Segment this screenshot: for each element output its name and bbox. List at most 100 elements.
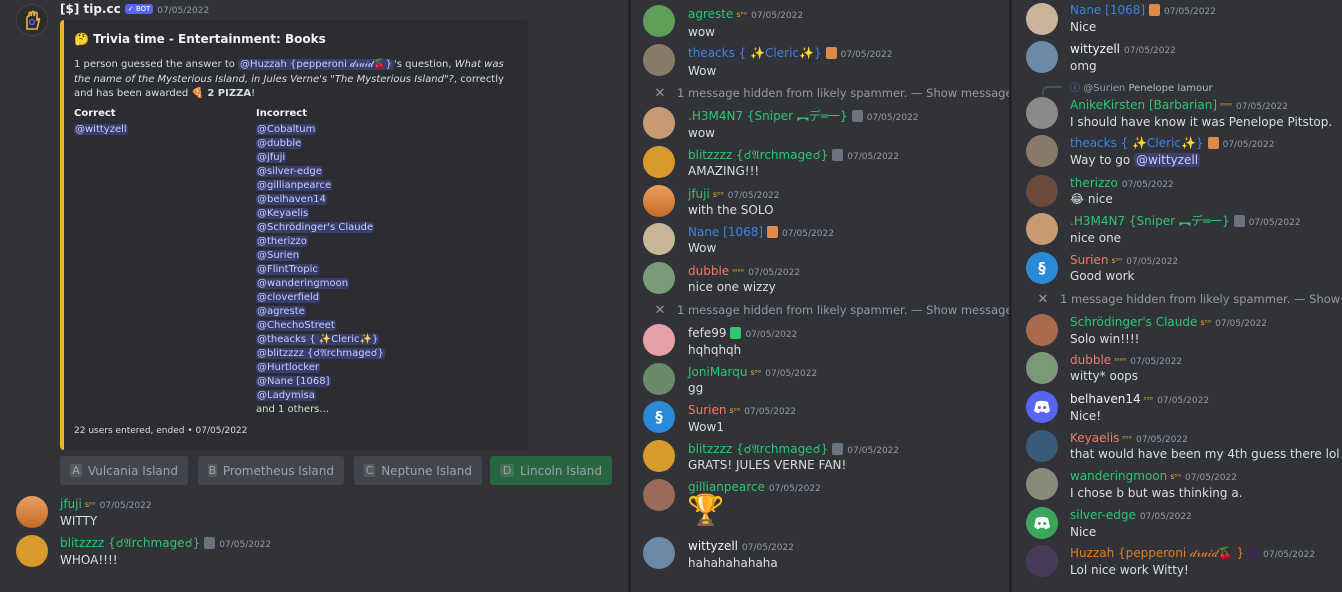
- discord-icon[interactable]: [1026, 507, 1058, 539]
- message-text: Nice: [1070, 525, 1097, 539]
- incorrect-user-mention[interactable]: @agreste: [256, 306, 306, 317]
- button-label: Neptune Island: [381, 463, 472, 478]
- answer-button-b[interactable]: B Prometheus Island: [198, 456, 344, 485]
- avatar[interactable]: [1026, 352, 1058, 384]
- incorrect-user-mention[interactable]: @cloverfield: [256, 292, 321, 303]
- avatar[interactable]: [1026, 41, 1058, 73]
- avatar[interactable]: §: [1026, 252, 1058, 284]
- answer-button-a[interactable]: A Vulcania Island: [60, 456, 188, 485]
- avatar[interactable]: [1026, 545, 1058, 577]
- avatar[interactable]: [643, 44, 675, 76]
- avatar[interactable]: [16, 535, 48, 567]
- username[interactable]: Schrödinger's Claude: [1070, 315, 1197, 329]
- hidden-message-notice[interactable]: ✕ 1 message hidden from likely spammer. —…: [653, 303, 1009, 318]
- correct-user-mention[interactable]: @wittyzell: [74, 124, 128, 135]
- username[interactable]: Nane [1068]: [688, 225, 763, 239]
- username[interactable]: dubble: [688, 264, 729, 278]
- message-text: wow: [688, 25, 715, 39]
- username[interactable]: .H3M4N7 {Sniper ︻デ═一}: [1070, 214, 1230, 228]
- incorrect-user-mention[interactable]: @Cobaltum: [256, 124, 317, 135]
- hidden-message-notice[interactable]: ✕ 1 message hidden from likely spammer. —…: [1036, 292, 1342, 307]
- username[interactable]: agreste: [688, 7, 733, 21]
- incorrect-user-mention[interactable]: @blitzzzz {☌𝔄rchmage☌}: [256, 348, 385, 359]
- avatar[interactable]: [643, 537, 675, 569]
- username[interactable]: belhaven14: [1070, 392, 1141, 406]
- avatar[interactable]: [643, 479, 675, 511]
- username[interactable]: therizzo: [1070, 176, 1118, 190]
- bot-avatar[interactable]: [16, 4, 48, 36]
- username[interactable]: jfuji: [688, 187, 710, 201]
- avatar[interactable]: §: [643, 401, 675, 433]
- avatar[interactable]: [643, 262, 675, 294]
- avatar[interactable]: [1026, 3, 1058, 35]
- user-badge: ᶦᵒᵒᵒ: [1220, 101, 1233, 110]
- username[interactable]: wittyzell: [688, 539, 738, 553]
- username[interactable]: theacks { ✨Cleric✨}: [1070, 136, 1204, 150]
- incorrect-user-mention[interactable]: @Keyaelis: [256, 208, 310, 219]
- avatar[interactable]: [643, 324, 675, 356]
- username[interactable]: blitzzzz {☌𝔄rchmage☌}: [60, 536, 200, 550]
- avatar[interactable]: [643, 363, 675, 395]
- username[interactable]: gillianpearce: [688, 480, 765, 494]
- username[interactable]: Nane [1068]: [1070, 3, 1145, 17]
- avatar[interactable]: [643, 146, 675, 178]
- username[interactable]: fefe99: [688, 326, 726, 340]
- avatar[interactable]: [1026, 175, 1058, 207]
- username[interactable]: blitzzzz {☌𝔄rchmage☌}: [688, 148, 828, 162]
- username[interactable]: silver-edge: [1070, 508, 1136, 522]
- username[interactable]: Huzzah {pepperoni 𝒹𝓇𝓊𝒾𝒹🍒 }: [1070, 546, 1244, 560]
- username[interactable]: AnikeKirsten [Barbarian]: [1070, 98, 1217, 112]
- incorrect-user-mention[interactable]: @therizzo: [256, 236, 308, 247]
- incorrect-user-mention[interactable]: @belhaven14: [256, 194, 327, 205]
- message-text: nice one wizzy: [688, 280, 776, 294]
- username[interactable]: dubble: [1070, 353, 1111, 367]
- incorrect-user-mention[interactable]: @theacks { ✨Cleric✨}: [256, 334, 380, 345]
- username[interactable]: .H3M4N7 {Sniper ︻デ═一}: [688, 109, 848, 123]
- avatar[interactable]: [643, 223, 675, 255]
- avatar[interactable]: [643, 440, 675, 472]
- incorrect-user-mention[interactable]: @silver-edge: [256, 166, 323, 177]
- incorrect-user-mention[interactable]: @FlintTropic: [256, 264, 319, 275]
- incorrect-user-mention[interactable]: @Nane [1068]: [256, 376, 331, 387]
- avatar[interactable]: [643, 107, 675, 139]
- incorrect-user-mention[interactable]: @wanderingmoon: [256, 278, 350, 289]
- answer-button-d[interactable]: D Lincoln Island: [490, 456, 612, 485]
- username[interactable]: wittyzell: [1070, 42, 1120, 56]
- discord-icon[interactable]: [1026, 391, 1058, 423]
- mention-huzzah[interactable]: @Huzzah {pepperoni 𝒹𝓇𝓊𝒾𝒹🍒}: [238, 59, 395, 70]
- incorrect-user-mention[interactable]: @gillianpearce: [256, 180, 333, 191]
- username[interactable]: theacks { ✨Cleric✨}: [688, 46, 822, 60]
- user-badge: ꜱᵒᵒ: [729, 406, 741, 415]
- username[interactable]: blitzzzz {☌𝔄rchmage☌}: [688, 442, 828, 456]
- mention-wittyzell[interactable]: @wittyzell: [1134, 153, 1201, 167]
- avatar[interactable]: [1026, 430, 1058, 462]
- hidden-message-notice[interactable]: ✕ 1 message hidden from likely spammer. —…: [653, 86, 1009, 101]
- incorrect-user-mention[interactable]: @Schrödinger's Claude: [256, 222, 375, 233]
- incorrect-user-mention[interactable]: @Ladymisa: [256, 390, 316, 401]
- avatar[interactable]: [1026, 314, 1058, 346]
- user-badge: ꜱᵒᵒ: [736, 10, 748, 19]
- avatar[interactable]: [16, 496, 48, 528]
- incorrect-user-mention[interactable]: @Surien: [256, 250, 301, 261]
- answer-button-c[interactable]: C Neptune Island: [354, 456, 482, 485]
- username[interactable]: wanderingmoon: [1070, 469, 1167, 483]
- username[interactable]: JoniMarqu: [688, 365, 747, 379]
- avatar[interactable]: [1026, 213, 1058, 245]
- username[interactable]: Surien: [688, 403, 726, 417]
- username[interactable]: Keyaelis: [1070, 431, 1119, 445]
- username[interactable]: jfuji: [60, 497, 82, 511]
- incorrect-user-mention[interactable]: @Hurtlocker: [256, 362, 320, 373]
- incorrect-user-mention[interactable]: @ChechoStreet: [256, 320, 336, 331]
- username[interactable]: Surien: [1070, 253, 1108, 267]
- avatar[interactable]: [1026, 468, 1058, 500]
- reply-preview[interactable]: ⓘ @Surien Penelope lamour: [1070, 79, 1213, 94]
- incorrect-user-mention[interactable]: @dubble: [256, 138, 303, 149]
- avatar[interactable]: [1026, 135, 1058, 167]
- timestamp: 07/05/2022: [742, 543, 794, 553]
- message-text: Good work: [1070, 269, 1135, 283]
- avatar[interactable]: [643, 5, 675, 37]
- avatar[interactable]: [1026, 97, 1058, 129]
- avatar[interactable]: [643, 185, 675, 217]
- bot-name[interactable]: [$] tip.cc: [60, 2, 121, 16]
- incorrect-user-mention[interactable]: @jfuji: [256, 152, 287, 163]
